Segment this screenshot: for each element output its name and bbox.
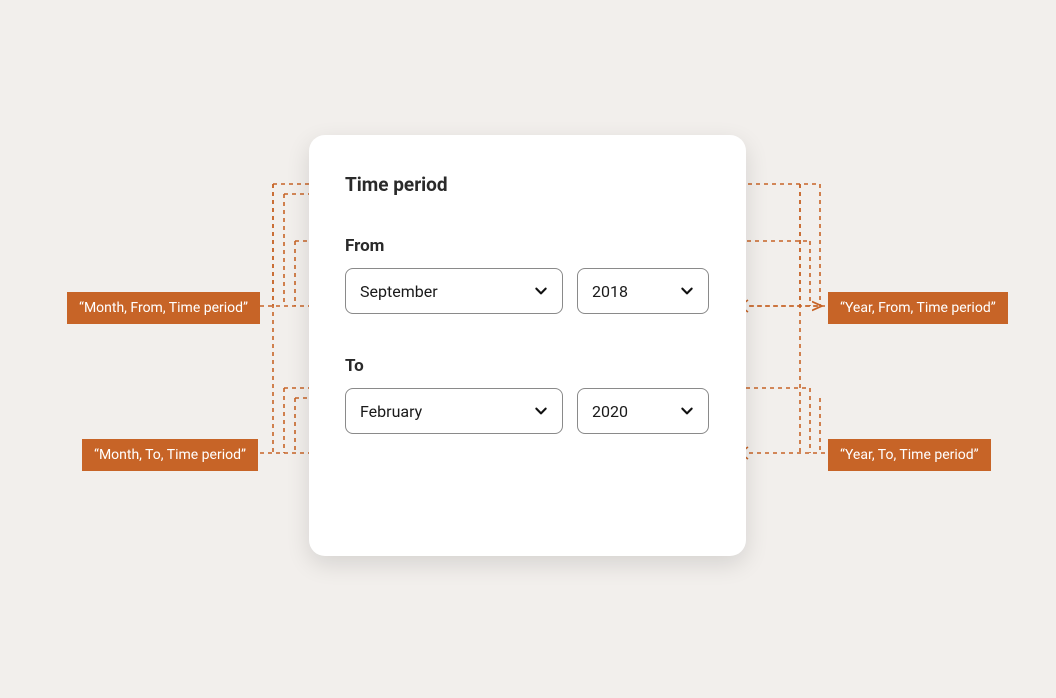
chevron-down-icon [680, 404, 694, 418]
annotation-month-from: “Month, From, Time period” [67, 292, 260, 324]
to-month-select[interactable]: February [345, 388, 563, 434]
chevron-down-icon [680, 284, 694, 298]
from-label: From [345, 236, 710, 256]
from-year-value: 2018 [592, 282, 628, 301]
time-period-card: Time period From September 2018 To Febru… [309, 135, 746, 556]
from-selects: September 2018 [345, 268, 710, 314]
from-year-select[interactable]: 2018 [577, 268, 709, 314]
chevron-down-icon [534, 284, 548, 298]
from-group: From September 2018 [345, 236, 710, 314]
annotation-year-from: “Year, From, Time period” [828, 292, 1008, 324]
to-year-select[interactable]: 2020 [577, 388, 709, 434]
card-title: Time period [345, 173, 710, 196]
to-label: To [345, 356, 710, 376]
from-month-value: September [360, 282, 438, 301]
annotation-year-to: “Year, To, Time period” [828, 439, 991, 471]
annotation-month-to: “Month, To, Time period” [82, 439, 258, 471]
from-month-select[interactable]: September [345, 268, 563, 314]
to-month-value: February [360, 402, 422, 421]
chevron-down-icon [534, 404, 548, 418]
to-group: To February 2020 [345, 356, 710, 434]
to-year-value: 2020 [592, 402, 628, 421]
to-selects: February 2020 [345, 388, 710, 434]
